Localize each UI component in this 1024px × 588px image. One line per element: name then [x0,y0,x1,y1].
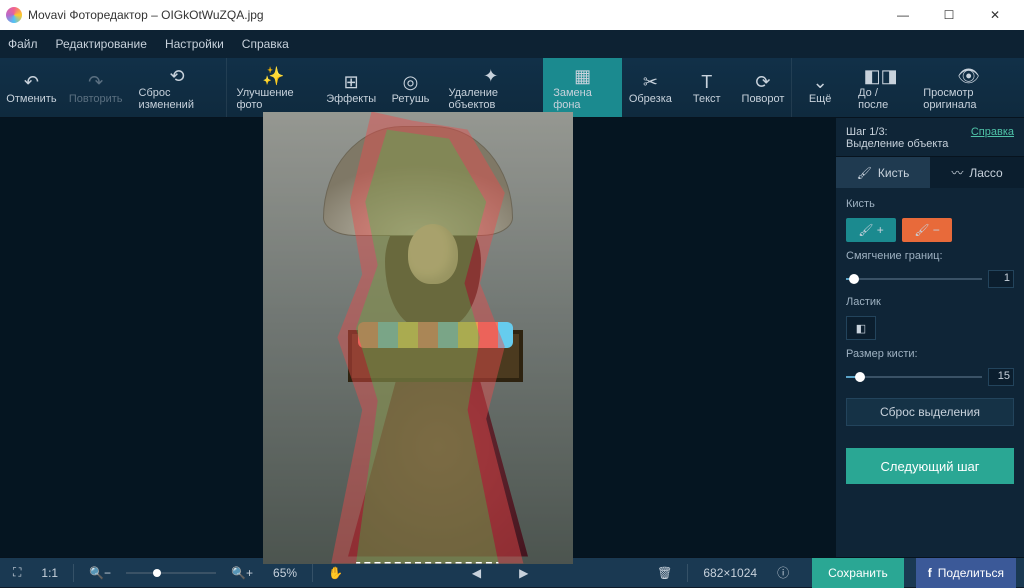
menu-file[interactable]: Файл [8,37,38,51]
more-tools-button[interactable]: ⌄Ещё [792,58,848,117]
retouch-icon: ◎ [403,71,419,93]
undo-button[interactable]: ↶Отменить [0,58,63,117]
retouch-tool-button[interactable]: ◎Ретушь [382,58,438,117]
bg-swap-icon: ▦ [574,65,591,87]
prev-image-button[interactable]: ◀ [467,562,486,584]
eraser-label: Ластик [846,296,1014,308]
menu-help[interactable]: Справка [242,37,289,51]
window-minimize-button[interactable]: — [880,0,926,30]
magic-wand-icon: ✨ [262,65,284,87]
redo-icon: ↷ [88,71,103,93]
tab-lasso[interactable]: 〰Лассо [930,156,1024,188]
tab-brush[interactable]: 🖌Кисть [836,156,930,188]
window-titlebar: Movavi Фоторедактор – OIGkOtWuZQA.jpg — … [0,0,1024,30]
reset-changes-button[interactable]: ⟲Сброс изменений [129,58,226,117]
zoom-in-icon: 🔍 [231,566,246,580]
effects-icon: ⊞ [344,71,359,93]
window-close-button[interactable]: ✕ [972,0,1018,30]
app-logo-icon [6,7,22,23]
enhance-tool-button[interactable]: ✨Улучшение фото [226,58,319,117]
lasso-icon: 〰 [951,164,963,181]
step-indicator: Шаг 1/3: [846,126,948,138]
tool-options-panel: Шаг 1/3: Выделение объекта Справка 🖌Кист… [836,118,1024,557]
reset-selection-button[interactable]: Сброс выделения [846,398,1014,426]
before-after-button[interactable]: ◧◨До / после [848,58,913,117]
zoom-out-icon: 🔍 [89,566,104,580]
crop-icon: ✂ [643,71,658,93]
brush-size-label: Размер кисти: [846,348,1014,360]
rotate-tool-button[interactable]: ⟳Поворот [735,58,792,117]
canvas-area[interactable] [0,118,836,557]
object-removal-icon: ✦ [483,65,498,87]
image-dimensions: 682×1024 [698,562,762,584]
eye-icon: 👁 [957,65,980,87]
crop-tool-button[interactable]: ✂Обрезка [622,58,679,117]
menu-settings[interactable]: Настройки [165,37,224,51]
brush-section-label: Кисть [846,198,1014,210]
hand-tool-button[interactable]: ✋ [323,562,348,584]
redo-button[interactable]: ↷Повторить [63,58,129,117]
image-canvas[interactable] [263,112,573,564]
next-step-button[interactable]: Следующий шаг [846,448,1014,484]
brush-add-button[interactable]: 🖌 + [846,218,896,242]
panel-header: Шаг 1/3: Выделение объекта Справка [836,118,1024,156]
eraser-icon: ◧ [856,322,866,335]
window-title: Movavi Фоторедактор – OIGkOtWuZQA.jpg [28,8,880,22]
zoom-slider[interactable] [126,566,216,580]
delete-button[interactable]: 🗑 [652,562,677,584]
fit-to-screen-button[interactable]: ⛶ [8,562,26,584]
main-toolbar: ↶Отменить ↷Повторить ⟲Сброс изменений ✨У… [0,58,1024,118]
next-image-button[interactable]: ▶ [514,562,533,584]
brush-size-slider[interactable] [846,370,982,384]
rotate-icon: ⟳ [755,71,770,93]
actual-size-button[interactable]: 1:1 [36,562,63,584]
zoom-out-button[interactable]: 🔍− [84,562,116,584]
zoom-percent: 65% [268,562,302,584]
object-removal-tool-button[interactable]: ✦Удаление объектов [438,58,543,117]
brush-icon: 🖌 [857,166,872,180]
panel-help-link[interactable]: Справка [971,126,1014,138]
effects-tool-button[interactable]: ⊞Эффекты [320,58,383,117]
window-maximize-button[interactable]: ☐ [926,0,972,30]
text-tool-button[interactable]: TТекст [679,58,735,117]
compare-icon: ◧◨ [864,65,898,87]
view-original-button[interactable]: 👁Просмотр оригинала [913,58,1024,117]
chevron-down-icon: ⌄ [813,71,828,93]
brush-subtract-button[interactable]: 🖌 − [902,218,952,242]
soften-label: Смягчение границ: [846,250,1014,262]
text-icon: T [701,71,712,93]
soften-slider[interactable] [846,272,982,286]
undo-icon: ↶ [24,71,39,93]
reset-icon: ⟲ [170,65,185,87]
eraser-button[interactable]: ◧ [846,316,876,340]
change-background-tool-button[interactable]: ▦Замена фона [543,58,622,117]
menu-edit[interactable]: Редактирование [56,37,147,51]
facebook-icon: f [928,566,932,580]
share-button[interactable]: f Поделиться [916,558,1016,588]
soften-value[interactable]: 1 [988,270,1014,288]
menubar: Файл Редактирование Настройки Справка [0,30,1024,58]
step-description: Выделение объекта [846,138,948,150]
zoom-in-button[interactable]: 🔍+ [226,562,258,584]
image-info-button[interactable]: ⓘ [772,562,794,584]
save-button[interactable]: Сохранить [812,558,904,588]
brush-size-value[interactable]: 15 [988,368,1014,386]
